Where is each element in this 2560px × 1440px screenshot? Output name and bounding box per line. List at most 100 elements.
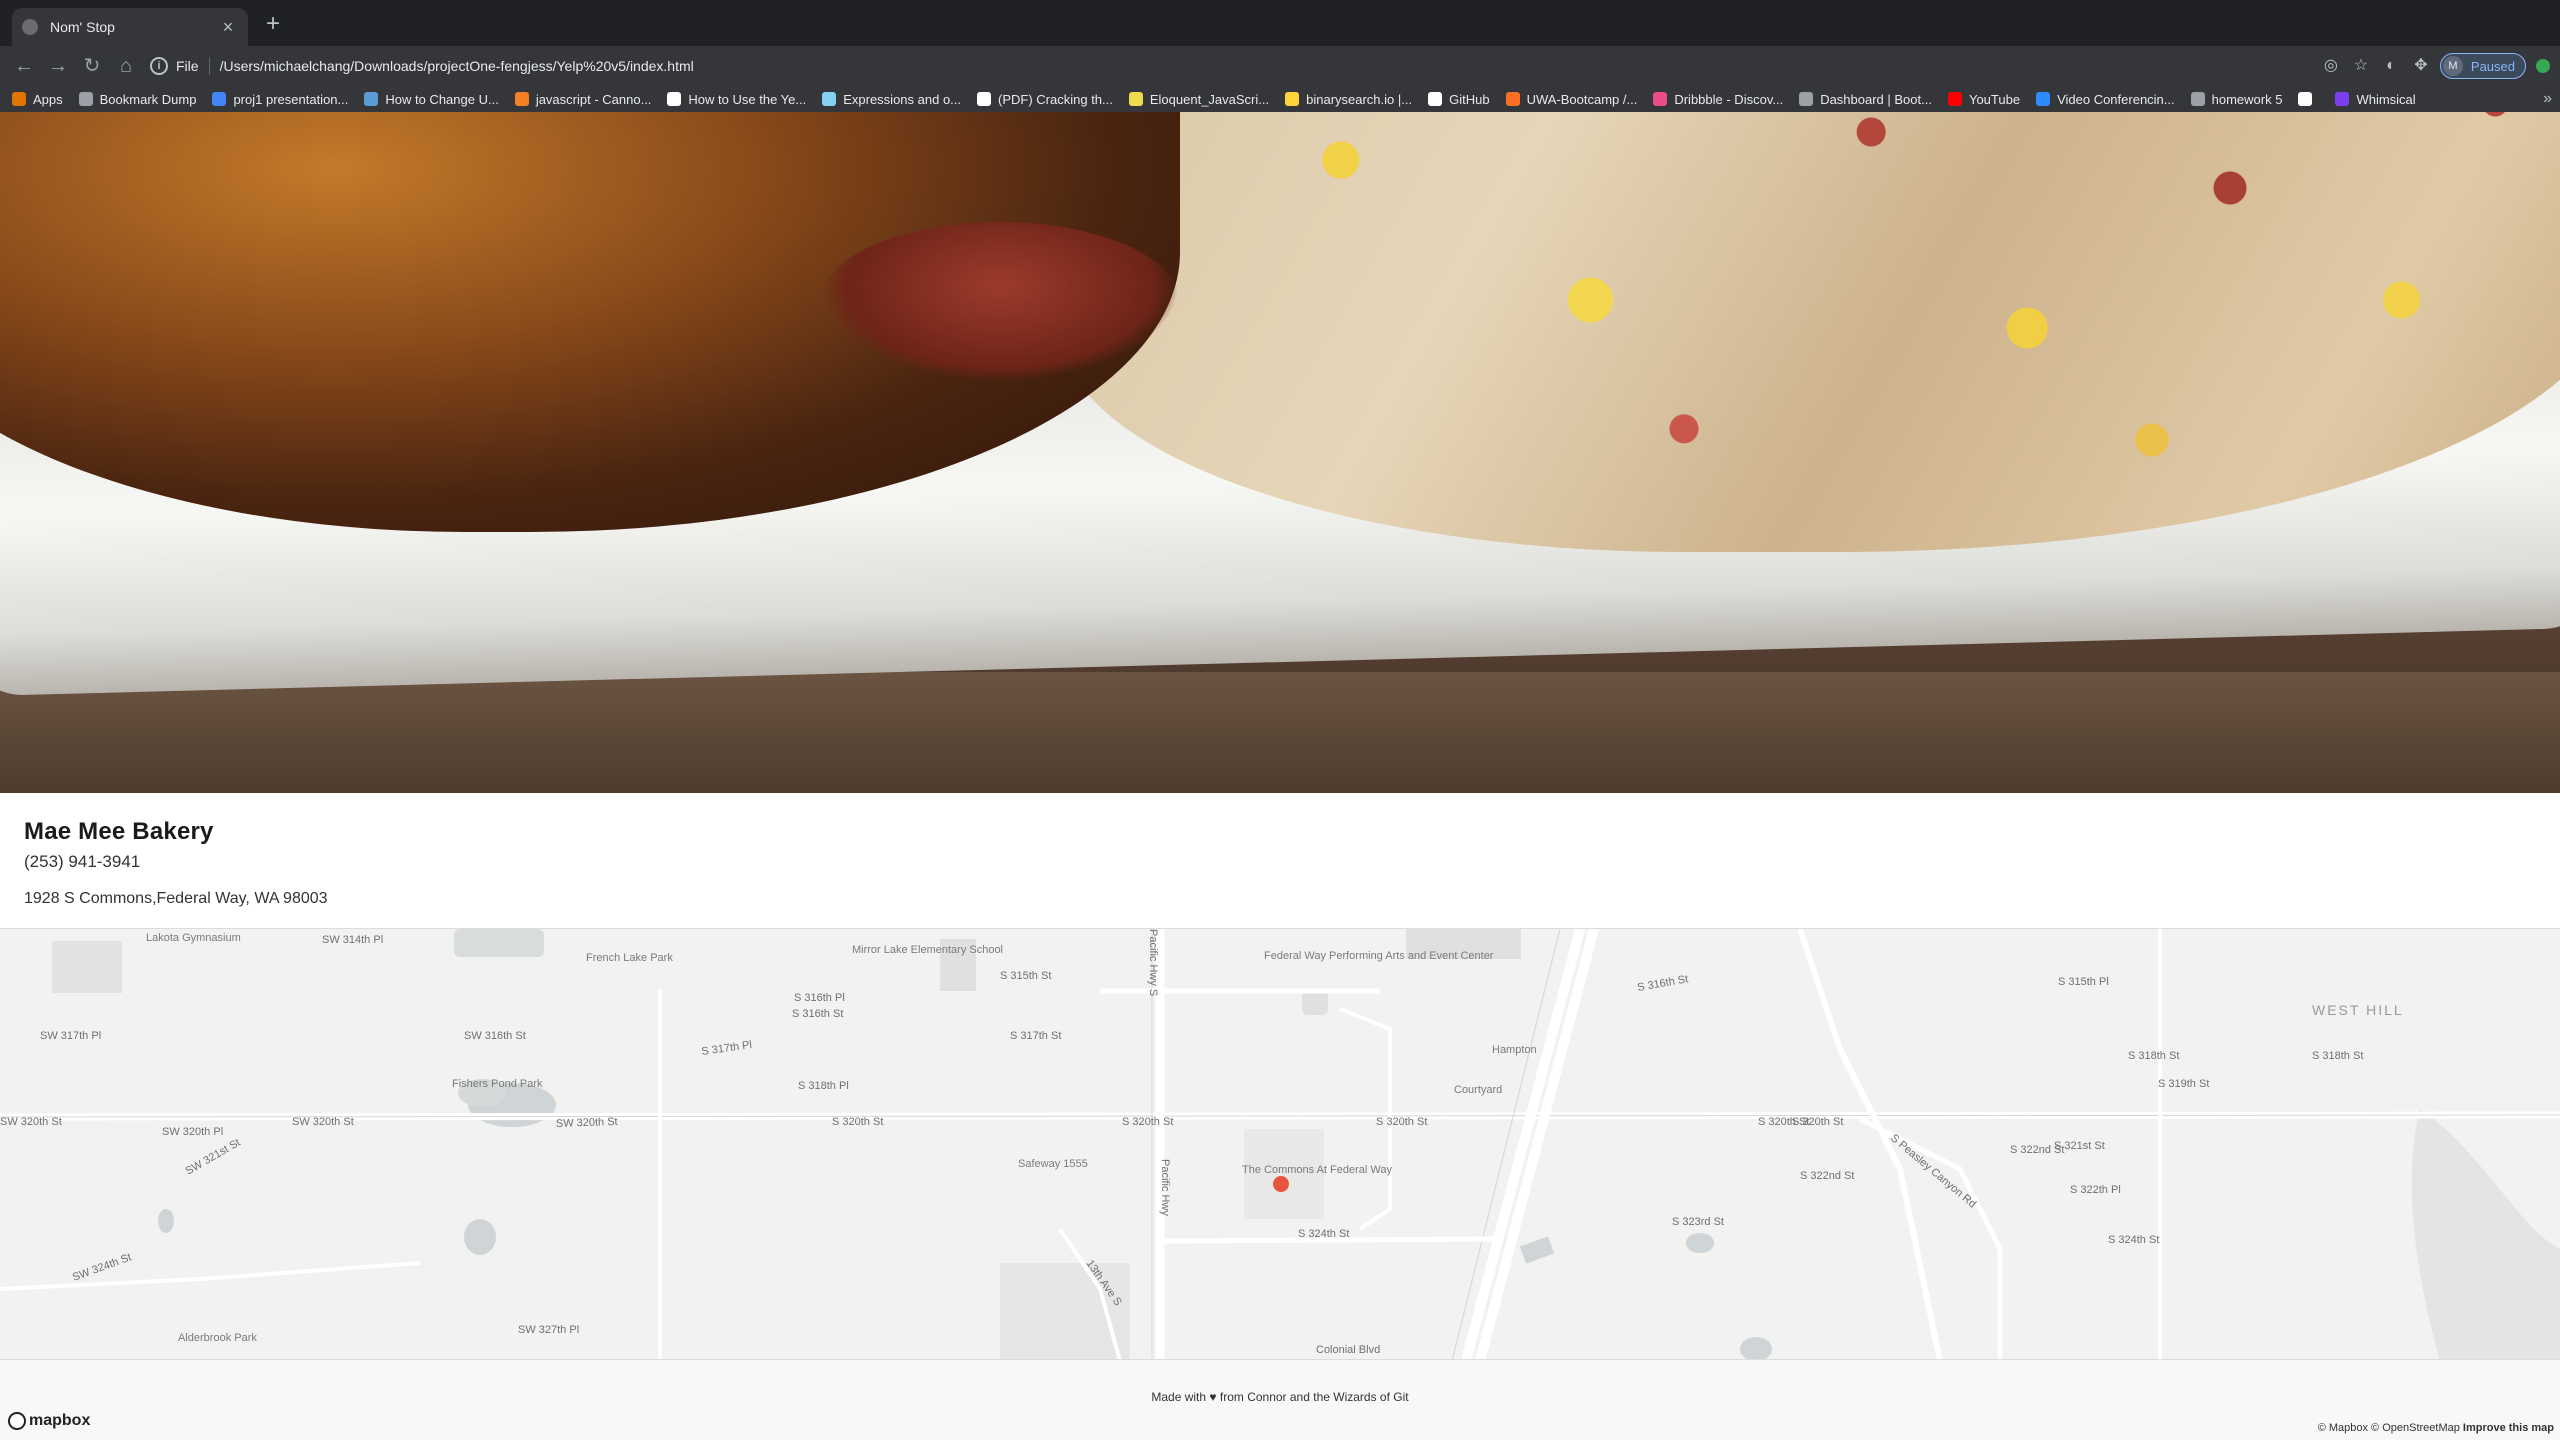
apps-grid-icon [12, 92, 26, 106]
map-street-label: SW 320th St [292, 1116, 354, 1128]
browser-tab[interactable]: Nom' Stop × [12, 8, 248, 46]
map-street-label: S 320th St [832, 1116, 883, 1128]
map[interactable]: WEST HILL SW 320th St SW 320th St SW 320th… [0, 928, 2560, 1360]
forward-button[interactable]: → [42, 50, 74, 82]
folder-icon [2190, 92, 2205, 106]
bookmark-label: GitHub [1449, 91, 1490, 107]
location-icon[interactable]: ◎ [2316, 51, 2346, 81]
map-water [158, 1209, 174, 1233]
map-street-label: S 322nd St [1800, 1170, 1854, 1182]
map-canvas[interactable]: WEST HILL SW 320th St SW 320th St SW 320th… [0, 929, 2560, 1360]
map-street-label: S 320th St [1376, 1116, 1427, 1128]
address-bar[interactable]: i File /Users/michaelchang/Downloads/pro… [140, 50, 2270, 82]
bookmark-item[interactable]: How to Change U... [364, 92, 499, 107]
bookmark-label: Dribbble - Discov... [1674, 91, 1784, 107]
improve-map-link[interactable]: Improve this map [2463, 1422, 2554, 1434]
academia-icon [977, 92, 992, 106]
url-text[interactable]: /Users/michaelchang/Downloads/projectOne… [220, 58, 694, 74]
bookmark-label: homework 5 [2211, 91, 2283, 107]
bookmark-item[interactable]: Video Conferencin... [2036, 92, 2175, 107]
page-footer: Made with ♥ from Connor and the Wizards … [0, 1360, 2560, 1440]
bookmark-item[interactable]: YouTube [1947, 92, 2020, 107]
map-street-label: S 315th St [1000, 970, 1051, 982]
map-freeway-outline [1451, 929, 1561, 1359]
bookmark-item[interactable]: UWA-Bootcamp /... [1505, 92, 1637, 107]
map-poi-label: The Commons At Federal Way [1242, 1164, 1392, 1176]
extensions-puzzle-icon[interactable]: ✥ [2406, 51, 2436, 81]
map-street-label: SW 327th Pl [518, 1324, 579, 1336]
hero-food-image [0, 112, 2560, 793]
bookmark-item[interactable]: Dashboard | Boot... [1799, 92, 1932, 107]
tab-title: Nom' Stop [50, 19, 115, 35]
browser-toolbar: ← → ↻ ⌂ i File /Users/michaelchang/Downl… [0, 46, 2560, 86]
map-area-label: WEST HILL [2312, 1002, 2404, 1018]
map-street-label: S 316th St [1636, 973, 1689, 994]
bookmark-label: proj1 presentation... [233, 91, 349, 107]
map-street-label: S 318th St [2312, 1050, 2363, 1062]
map-freeway [1461, 929, 1585, 1359]
reload-button[interactable]: ↻ [76, 50, 108, 82]
business-info: Mae Mee Bakery (253) 941-3941 1928 S Com… [24, 818, 328, 908]
extension-status-icon[interactable] [2536, 59, 2550, 73]
map-street-label: S 324th St [1298, 1228, 1349, 1240]
back-button[interactable]: ← [8, 50, 40, 82]
bookmark-item[interactable]: How to Use the Ye... [667, 92, 806, 107]
bookmark-item[interactable]: proj1 presentation... [212, 92, 348, 107]
map-water [464, 1219, 496, 1255]
map-road [0, 1261, 421, 1291]
attribution-text[interactable]: © Mapbox © OpenStreetMap [2318, 1422, 2460, 1434]
footer-credit: Made with ♥ from Connor and the Wizards … [1151, 1390, 1409, 1404]
mapbox-logo-icon [8, 1412, 26, 1430]
map-park [52, 941, 122, 993]
bookmark-star-icon[interactable]: ☆ [2346, 51, 2376, 81]
close-tab-icon[interactable]: × [218, 17, 238, 38]
slides-icon [212, 92, 227, 106]
bookmark-item[interactable] [2298, 92, 2319, 106]
medium-icon [667, 92, 682, 106]
home-button[interactable]: ⌂ [110, 50, 142, 82]
page-viewport: Mae Mee Bakery (253) 941-3941 1928 S Com… [0, 112, 2560, 1440]
map-street-label: S 321st St [2054, 1140, 2105, 1152]
bookmark-item[interactable]: (PDF) Cracking th... [977, 92, 1113, 107]
new-tab-button[interactable]: + [258, 10, 288, 40]
map-poi-label: Fishers Pond Park [452, 1078, 543, 1090]
avatar: M [2442, 56, 2463, 76]
bookmark-label: Eloquent_JavaScri... [1149, 91, 1270, 107]
bookmark-item[interactable]: Expressions and o... [822, 92, 961, 107]
map-street-label: S 318th Pl [798, 1080, 849, 1092]
map-freeway [1475, 929, 1599, 1359]
bookmark-item[interactable]: binarysearch.io |... [1285, 92, 1412, 107]
bookmark-item[interactable]: Eloquent_JavaScri... [1128, 91, 1270, 107]
url-scheme-label: File [176, 58, 199, 74]
bookmark-label: javascript - Canno... [535, 91, 652, 107]
bookmark-item[interactable]: Apps [12, 92, 63, 107]
stackoverflow-icon [514, 92, 529, 106]
hero-sauce [820, 222, 1180, 382]
map-street-label: S 320th St [1792, 1116, 1843, 1128]
bookmark-item[interactable]: javascript - Canno... [514, 91, 652, 107]
mapbox-logo[interactable]: mapbox [8, 1410, 90, 1432]
map-water [454, 929, 544, 957]
bookmark-item[interactable]: Bookmark Dump [78, 92, 196, 107]
bookmark-item[interactable]: Whimsical [2335, 91, 2416, 107]
js-icon [1128, 92, 1143, 106]
profile-button[interactable]: M Paused [2439, 53, 2526, 79]
map-street-label: SW 314th Pl [322, 934, 383, 946]
site-info-icon[interactable]: i [150, 57, 168, 75]
bookmark-item[interactable]: homework 5 [2190, 91, 2283, 107]
gitlab-icon [1505, 92, 1520, 106]
bookmark-item[interactable]: Dribbble - Discov... [1653, 92, 1783, 107]
map-street-label: S 319th St [2158, 1078, 2209, 1090]
bookmark-item[interactable]: GitHub [1428, 91, 1490, 107]
bookmarks-overflow-button[interactable]: » [2543, 86, 2552, 112]
map-water [1740, 1337, 1772, 1359]
map-street-label: SW 320th St [0, 1116, 62, 1128]
github-icon [1428, 92, 1443, 106]
map-street-label: S 318th St [2128, 1050, 2179, 1062]
profile-status-label: Paused [2470, 58, 2515, 74]
map-location-marker[interactable] [1273, 1176, 1289, 1192]
map-street-label: SW 320th Pl [162, 1126, 223, 1138]
extension-icon[interactable]: ◐ [2376, 51, 2406, 81]
map-poi-label: Safeway 1555 [1018, 1158, 1088, 1170]
bookmark-label: Whimsical [2356, 91, 2416, 107]
